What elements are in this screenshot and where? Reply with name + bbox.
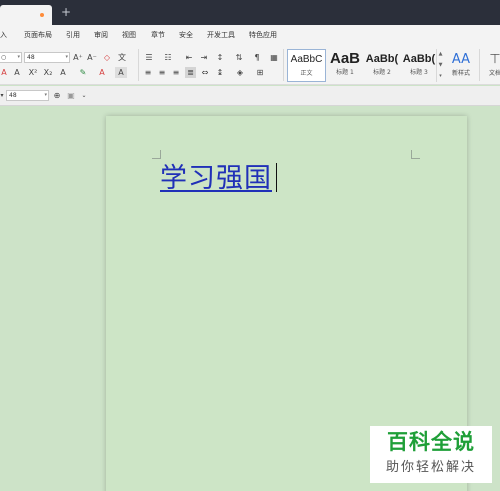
- divider: [479, 49, 480, 81]
- text-cursor: [276, 163, 277, 192]
- font-size-value: 48: [27, 54, 35, 61]
- font-size-select[interactable]: 48 ▾: [24, 52, 70, 63]
- watermark-logo: 百科全说 助你轻松解决: [370, 426, 492, 483]
- chevron-down-icon[interactable]: ▾: [0, 90, 4, 101]
- highlight-icon[interactable]: ✎: [77, 67, 89, 78]
- style-gallery-scroll[interactable]: ▲ ▼ ▾: [436, 49, 444, 82]
- text-tool-icon: ⊤: [489, 52, 500, 67]
- char-shading-icon[interactable]: A: [115, 67, 127, 78]
- watermark-title: 百科全说: [387, 430, 475, 454]
- margin-corner-mark: [411, 150, 420, 159]
- style-heading-3[interactable]: AaBb( 标题 3: [401, 49, 437, 82]
- font-name-select[interactable]: ○ ▾: [0, 52, 22, 63]
- chevron-down-icon: ▾: [17, 54, 20, 60]
- menu-bar: 入 页面布局 引用 审阅 视图 章节 安全 开发工具 特色应用: [0, 25, 500, 45]
- divider: [138, 49, 139, 81]
- text-tool-button[interactable]: ⊤ 文档: [484, 50, 500, 78]
- style-name: 标题 1: [336, 69, 354, 76]
- view-toggle-icon[interactable]: ▣: [66, 90, 76, 101]
- new-style-label: 新样式: [451, 70, 470, 77]
- style-sample: AaB: [329, 50, 360, 67]
- mini-font-size-value: 48: [9, 92, 17, 99]
- text-effect-icon[interactable]: A: [57, 67, 69, 78]
- style-sample: AaBb(: [402, 53, 436, 65]
- style-normal[interactable]: AaBbC 正文: [287, 49, 326, 82]
- chevron-down-icon[interactable]: ▼: [437, 60, 444, 71]
- menu-special-apps[interactable]: 特色应用: [249, 31, 277, 40]
- menu-page-layout[interactable]: 页面布局: [24, 31, 52, 40]
- table-icon[interactable]: ▦: [269, 52, 279, 63]
- decrease-indent-icon[interactable]: ⇤: [184, 52, 194, 63]
- pinyin-guide-icon[interactable]: 文: [116, 52, 128, 63]
- menu-view[interactable]: 视图: [122, 31, 136, 40]
- paragraph-mark-icon[interactable]: ¶: [251, 52, 263, 63]
- bullet-list-icon[interactable]: ☰: [143, 52, 155, 63]
- numbered-list-icon[interactable]: ☷: [162, 52, 174, 63]
- menu-security[interactable]: 安全: [179, 31, 193, 40]
- chevron-down-icon: ▾: [65, 54, 68, 60]
- style-heading-2[interactable]: AaBb( 标题 2: [364, 49, 400, 82]
- shading-icon[interactable]: ◈: [234, 67, 246, 78]
- margin-corner-mark: [152, 150, 161, 159]
- style-sample: AaBbC: [290, 54, 323, 65]
- sort-icon[interactable]: ⇅: [234, 52, 244, 63]
- style-name: 标题 2: [373, 69, 391, 76]
- superscript-icon[interactable]: X²: [27, 67, 39, 78]
- style-gallery: AaBbC 正文 AaB 标题 1 AaBb( 标题 2 AaBb( 标题 3: [287, 49, 437, 82]
- style-sample: AaBb(: [365, 53, 399, 65]
- tab-bar: +: [0, 0, 500, 25]
- format-painter-icon[interactable]: ⊕: [52, 90, 62, 101]
- customize-toolbar-icon[interactable]: ⌄: [80, 90, 88, 101]
- mini-toolbar: ▾ 48 ▾ ⊕ ▣ ⌄: [0, 86, 500, 106]
- mini-font-size-select[interactable]: 48 ▾: [6, 90, 49, 101]
- align-left-icon[interactable]: ≡: [143, 67, 153, 78]
- line-spacing-icon[interactable]: ↨: [214, 67, 226, 78]
- clear-format-icon[interactable]: ◇: [101, 52, 113, 63]
- subscript-icon[interactable]: X₂: [42, 67, 54, 78]
- underline-icon[interactable]: A: [11, 67, 23, 78]
- font-color-icon[interactable]: A: [96, 67, 108, 78]
- distribute-icon[interactable]: ⇔: [200, 67, 210, 78]
- borders-icon[interactable]: ⊞: [254, 67, 266, 78]
- expand-gallery-icon[interactable]: ▾: [437, 71, 444, 82]
- align-center-icon[interactable]: ≡: [157, 67, 167, 78]
- text-tool-label: 文档: [488, 70, 500, 77]
- strikethrough-icon[interactable]: A: [0, 67, 8, 78]
- new-tab-plus-icon[interactable]: +: [60, 5, 72, 19]
- shrink-font-icon[interactable]: A⁻: [86, 52, 98, 63]
- unsaved-dot-icon: [40, 13, 44, 17]
- new-style-button[interactable]: AA 新样式: [447, 50, 475, 78]
- align-right-icon[interactable]: ≡: [171, 67, 181, 78]
- justify-icon[interactable]: ≣: [185, 67, 196, 78]
- ribbon: ○ ▾ 48 ▾ A⁺ A⁻ ◇ 文 ☰ ☷ ⇤ ⇥ ↕ ⇅ ¶ ▦ A A X…: [0, 45, 500, 85]
- increase-indent-icon[interactable]: ⇥: [199, 52, 209, 63]
- new-style-icon: AA: [451, 52, 471, 67]
- style-name: 正文: [300, 70, 313, 77]
- divider: [283, 49, 284, 81]
- style-heading-1[interactable]: AaB 标题 1: [327, 49, 363, 82]
- menu-insert[interactable]: 入: [0, 31, 7, 40]
- menu-chapter[interactable]: 章节: [151, 31, 165, 40]
- text-direction-icon[interactable]: ↕: [214, 52, 226, 63]
- document-tab[interactable]: [0, 5, 52, 25]
- font-name-value: ○: [1, 54, 7, 61]
- menu-references[interactable]: 引用: [66, 31, 80, 40]
- document-text[interactable]: 学习强国: [160, 162, 272, 196]
- style-name: 标题 3: [410, 69, 428, 76]
- watermark-subtitle: 助你轻松解决: [385, 460, 476, 475]
- grow-font-icon[interactable]: A⁺: [72, 52, 84, 63]
- chevron-down-icon: ▾: [44, 92, 47, 98]
- menu-review[interactable]: 审阅: [94, 31, 108, 40]
- chevron-up-icon[interactable]: ▲: [437, 49, 444, 60]
- menu-developer-tools[interactable]: 开发工具: [207, 31, 235, 40]
